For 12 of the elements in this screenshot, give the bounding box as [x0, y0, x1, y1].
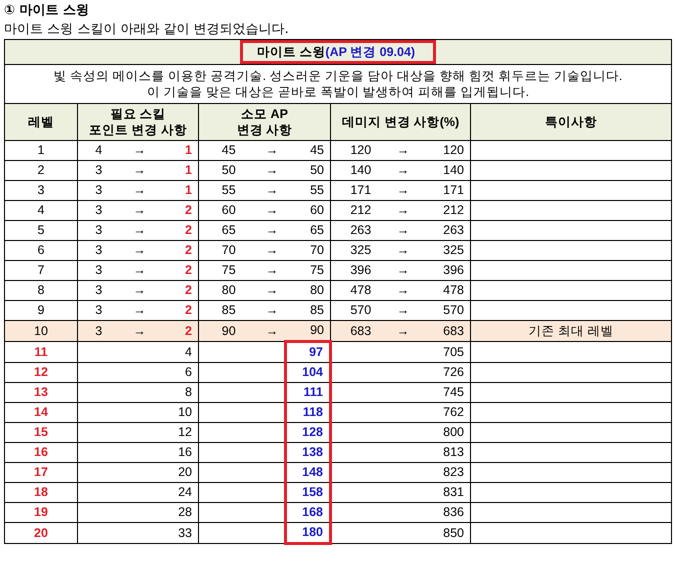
column-header: 소모 AP 변경 사항: [198, 104, 330, 140]
level-cell: 20: [4, 522, 78, 544]
ap-cell: 180: [286, 522, 330, 544]
column-header: 데미지 변경 사항(%): [330, 104, 470, 140]
damage-cell: 850: [416, 522, 470, 544]
section-heading: ① 마이트 스윙: [4, 2, 90, 20]
intro-text: 마이트 스윙 스킬이 아래와 같이 변경되었습니다.: [4, 21, 290, 39]
skill-point-cell: 33: [160, 522, 198, 544]
skill-title: 마이트 스윙(AP 변경 09.04): [240, 40, 436, 64]
column-header: 레벨: [4, 104, 78, 140]
column-header: 특이사항: [470, 104, 672, 140]
column-header: 필요 스킬 포인트 변경 사항: [78, 104, 198, 140]
